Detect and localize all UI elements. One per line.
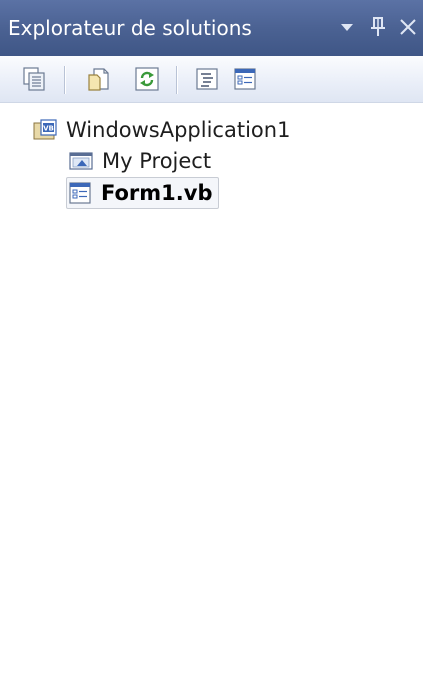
solution-tree: VB WindowsApplication1 My Project Form1.… [0,103,423,673]
my-project-label: My Project [102,149,212,173]
form-icon [67,180,93,206]
solution-explorer-toolbar [0,56,423,103]
refresh-icon [135,67,159,91]
tree-node-project[interactable]: VB WindowsApplication1 [32,115,294,145]
toolbar-separator [64,66,65,94]
properties-button[interactable] [20,64,50,94]
auto-hide-pin-button[interactable] [363,12,393,42]
pin-icon [371,17,385,36]
tree-node-form1[interactable]: Form1.vb [66,177,220,209]
vb-project-icon: VB [32,117,58,143]
solution-explorer-panel: Explorateur de solutions VB WindowsAppli… [0,0,423,673]
show-all-files-icon [88,68,109,91]
project-label: WindowsApplication1 [66,118,291,142]
view-designer-button[interactable] [230,64,260,94]
view-code-button[interactable] [192,64,222,94]
my-project-icon [68,148,94,174]
view-code-icon [196,68,218,90]
properties-icon [23,67,45,91]
panel-titlebar[interactable]: Explorateur de solutions [0,0,423,56]
svg-text:VB: VB [43,125,54,133]
tree-node-my-project[interactable]: My Project [68,146,215,176]
form1-label: Form1.vb [101,181,213,205]
view-designer-icon [234,68,256,90]
toolbar-separator [176,66,177,94]
refresh-button[interactable] [132,64,162,94]
show-all-files-button[interactable] [84,64,114,94]
window-position-dropdown-button[interactable] [332,12,362,42]
close-button[interactable] [393,12,423,42]
panel-title: Explorateur de solutions [8,16,252,40]
dropdown-arrow-icon [341,24,353,31]
close-icon [400,19,416,35]
